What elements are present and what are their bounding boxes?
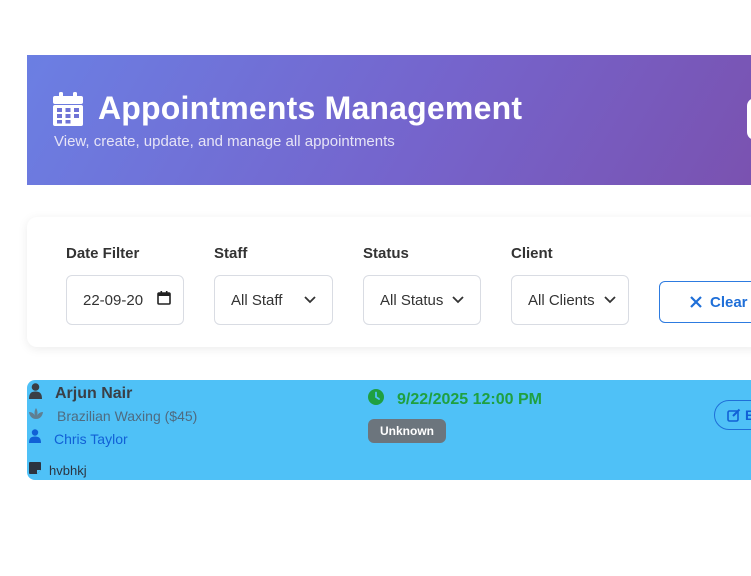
header-action-button[interactable]: [747, 98, 751, 140]
client-row: Arjun Nair: [29, 383, 132, 404]
clear-filters-label: Clear: [710, 293, 748, 311]
spa-icon: [28, 407, 44, 425]
date-filter-label: Date Filter: [66, 245, 140, 262]
staff-filter-label: Staff: [214, 245, 248, 262]
edit-button[interactable]: E: [714, 400, 751, 430]
appointment-datetime: 9/22/2025 12:00 PM: [397, 390, 542, 408]
calendar-picker-icon[interactable]: [157, 291, 171, 309]
page-title: Appointments Management: [98, 90, 523, 126]
chevron-down-icon: [452, 296, 464, 304]
chevron-down-icon: [304, 296, 316, 304]
note-row: hvbhkj: [29, 461, 87, 479]
staff-select[interactable]: All Staff: [214, 275, 333, 325]
status-filter-group: Status All Status: [363, 245, 481, 325]
header-title-row: Appointments Management: [53, 90, 522, 127]
client-select[interactable]: All Clients: [511, 275, 629, 325]
appointment-card[interactable]: Arjun Nair Brazilian Waxing ($45) Chris …: [27, 380, 751, 480]
client-filter-label: Client: [511, 245, 553, 262]
status-select-value: All Status: [380, 291, 444, 309]
clear-filters-button[interactable]: Clear: [659, 281, 751, 323]
client-name: Arjun Nair: [55, 384, 133, 402]
close-icon: [690, 296, 702, 308]
staff-link[interactable]: Chris Taylor: [54, 431, 128, 447]
chevron-down-icon: [604, 296, 616, 304]
calendar-icon: [53, 91, 83, 126]
client-select-value: All Clients: [528, 291, 595, 309]
datetime-row: 9/22/2025 12:00 PM: [368, 389, 542, 410]
staff-icon: [29, 429, 41, 448]
client-filter-group: Client All Clients: [511, 245, 629, 325]
filter-panel: Date Filter 22-09-20 Staff All Staff Sta…: [27, 217, 751, 347]
page-header: Appointments Management View, create, up…: [27, 55, 751, 185]
service-row: Brazilian Waxing ($45): [28, 407, 197, 425]
date-filter-value: 22-09-20: [83, 291, 144, 309]
edit-button-label: E: [745, 407, 751, 423]
appointment-note: hvbhkj: [49, 462, 87, 478]
staff-filter-group: Staff All Staff: [214, 245, 333, 325]
date-filter-group: Date Filter 22-09-20: [66, 245, 184, 325]
clock-icon: [368, 389, 384, 410]
staff-select-value: All Staff: [231, 291, 283, 309]
status-badge: Unknown: [368, 419, 446, 443]
staff-row: Chris Taylor: [29, 429, 128, 448]
user-icon: [29, 383, 42, 404]
note-icon: [29, 461, 41, 479]
date-filter-input[interactable]: 22-09-20: [66, 275, 184, 325]
status-select[interactable]: All Status: [363, 275, 481, 325]
service-name: Brazilian Waxing ($45): [57, 408, 198, 424]
page-subtitle: View, create, update, and manage all app…: [54, 133, 395, 150]
status-filter-label: Status: [363, 245, 409, 262]
edit-icon: [727, 408, 741, 422]
